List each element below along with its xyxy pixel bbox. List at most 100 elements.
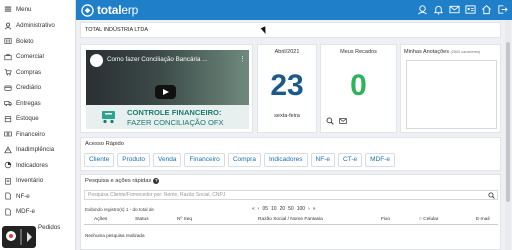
quick-cliente-button[interactable]: Cliente [84, 153, 115, 167]
topbar: total erp [76, 0, 512, 20]
mail-icon[interactable] [448, 3, 460, 16]
sidebar-item-inventario[interactable]: Inventário [0, 173, 75, 189]
col-email[interactable]: E-mail [476, 217, 490, 222]
quick-compra-button[interactable]: Compra [227, 153, 261, 167]
sidebar-item-administrativo[interactable]: Administrativo [0, 18, 75, 34]
pager-size-10[interactable]: 10 [271, 206, 277, 212]
scrollbar-thumb[interactable] [506, 42, 510, 202]
sidebar-item-label: Inadimplência [16, 146, 55, 154]
date-weekday: sexta-feira [274, 113, 300, 119]
quick-produto-button[interactable]: Produto [117, 153, 151, 167]
topbar-actions [412, 3, 508, 16]
col-celular-label: Celular [423, 217, 439, 222]
sidebar-item-financeiro[interactable]: Financeiro [0, 127, 75, 143]
warning-icon [3, 145, 12, 154]
pager-first[interactable]: « [252, 206, 255, 212]
notes-card: Minhas Anotações (2500 caracteres) [400, 44, 501, 133]
sidebar-item-indicadores[interactable]: Indicadores [0, 158, 75, 174]
page-scrollbar[interactable] [505, 20, 511, 250]
play-button[interactable] [155, 85, 176, 99]
screen-recorder-widget[interactable] [2, 226, 36, 248]
col-acoes[interactable]: Ações [94, 217, 107, 222]
quick-nfe-button[interactable]: NF-e [310, 153, 335, 167]
sidebar-item-nfe[interactable]: NF-e [0, 189, 75, 205]
search-title-row: Pesquisa e ações rápidas ? [85, 178, 500, 184]
sidebar-item-label: Indicadores [16, 161, 48, 169]
notes-textarea[interactable] [406, 60, 497, 129]
logout-icon[interactable] [496, 3, 508, 16]
messages-actions [326, 117, 352, 125]
search-input[interactable]: Pesquisa Cliente/Fornecedor por: Nome, R… [84, 190, 498, 200]
notes-char-limit: (2500 caracteres) [450, 50, 481, 54]
records-summary: Exibindo registro(s) 1 - do total de [85, 207, 154, 212]
document-icon [3, 207, 12, 216]
pager-size-20[interactable]: 20 [280, 206, 286, 212]
sidebar-menu-toggle[interactable]: Menu [0, 0, 75, 18]
id-card-icon[interactable] [464, 3, 476, 16]
search-icon[interactable] [488, 192, 495, 199]
quick-cte-button[interactable]: CT-e [338, 153, 363, 167]
messages-card: Meus Recados 0 [320, 44, 397, 133]
sidebar-item-entregas[interactable]: Entregas [0, 96, 75, 112]
help-icon[interactable]: ? [153, 178, 160, 184]
logo-mark-icon [81, 3, 94, 17]
sidebar-item-label: NF-e [16, 192, 30, 200]
col-fixo[interactable]: Fixo [381, 217, 390, 222]
notes-title-row: Minhas Anotações (2500 caracteres) [404, 49, 500, 55]
sidebar-item-label: Pedidos [38, 223, 61, 231]
quick-venda-button[interactable]: Venda [153, 153, 182, 167]
sidebar-item-estoque[interactable]: Estoque [0, 111, 75, 127]
search-icon[interactable] [326, 117, 334, 125]
pager-prev[interactable]: ‹ [258, 206, 260, 212]
quick-indicadores-button[interactable]: Indicadores [263, 153, 308, 167]
hamburger-icon [3, 5, 12, 14]
col-seq[interactable]: Nº Seq [177, 217, 192, 222]
quick-access-title: Acesso Rápido [85, 141, 124, 147]
pager-next[interactable]: › [308, 206, 310, 212]
col-celular[interactable]: ○ Celular [419, 217, 438, 222]
more-options-icon[interactable]: ⋮ [239, 55, 246, 63]
quick-financeiro-button[interactable]: Financeiro [184, 153, 225, 167]
sidebar-item-comercial[interactable]: Comercial [0, 49, 75, 65]
date-day: 23 [270, 69, 304, 102]
sidebar-item-label: Entregas [16, 99, 41, 107]
envelope-icon[interactable] [339, 117, 347, 125]
whatsapp-icon: ○ [419, 217, 422, 222]
sidebar-item-compras[interactable]: Compras [0, 65, 75, 81]
sidebar-item-label: Comercial [16, 53, 44, 61]
quick-access-panel: Acesso Rápido Cliente Produto Venda Fina… [80, 137, 501, 171]
sidebar-item-label: Compras [16, 68, 42, 76]
expand-arrow-icon[interactable] [27, 232, 32, 242]
notifications-bell-icon[interactable] [432, 3, 444, 16]
sidebar-item-inadimplencia[interactable]: Inadimplência [0, 142, 75, 158]
quick-mdfe-button[interactable]: MDF-e [365, 153, 395, 167]
sidebar-item-boleto[interactable]: Boleto [0, 34, 75, 50]
sidebar-item-mdfe[interactable]: MDF-e [0, 204, 75, 220]
clipboard-icon [3, 176, 12, 185]
video-player[interactable]: Como fazer Conciliação Bancária ... ⋮ CO… [86, 50, 249, 129]
company-name: TOTAL INDÚSTRIA LTDA [85, 27, 149, 33]
document-icon [3, 192, 12, 201]
channel-avatar[interactable] [90, 54, 103, 67]
video-title[interactable]: Como fazer Conciliação Bancária ... [107, 56, 207, 63]
home-icon[interactable] [480, 3, 492, 16]
search-placeholder: Pesquisa Cliente/Fornecedor por: Nome, R… [88, 192, 226, 198]
search-panel: Pesquisa e ações rápidas ? Pesquisa Clie… [80, 174, 501, 250]
col-razao-social[interactable]: Razão Social / Nome Fantasia [258, 217, 323, 222]
pager-size-05[interactable]: 05 [262, 206, 268, 212]
app-logo[interactable]: total erp [81, 3, 138, 17]
date-month: Abril/2021 [274, 49, 300, 55]
shopping-cart-icon [102, 111, 115, 124]
pager-size-50[interactable]: 50 [288, 206, 294, 212]
sidebar-item-label: Boleto [16, 37, 34, 45]
record-dot-icon [9, 234, 13, 238]
sidebar: Menu Administrativo Boleto Comercial Com… [0, 0, 76, 250]
quick-access-buttons: Cliente Produto Venda Financeiro Compra … [84, 153, 398, 167]
cart-icon [3, 68, 12, 77]
card-icon [3, 83, 12, 92]
sidebar-item-crediario[interactable]: Crediário [0, 80, 75, 96]
pager-size-100[interactable]: 100 [297, 206, 305, 212]
pager-last[interactable]: » [313, 206, 316, 212]
support-agent-icon[interactable] [416, 3, 428, 16]
col-status[interactable]: Status [135, 217, 149, 222]
